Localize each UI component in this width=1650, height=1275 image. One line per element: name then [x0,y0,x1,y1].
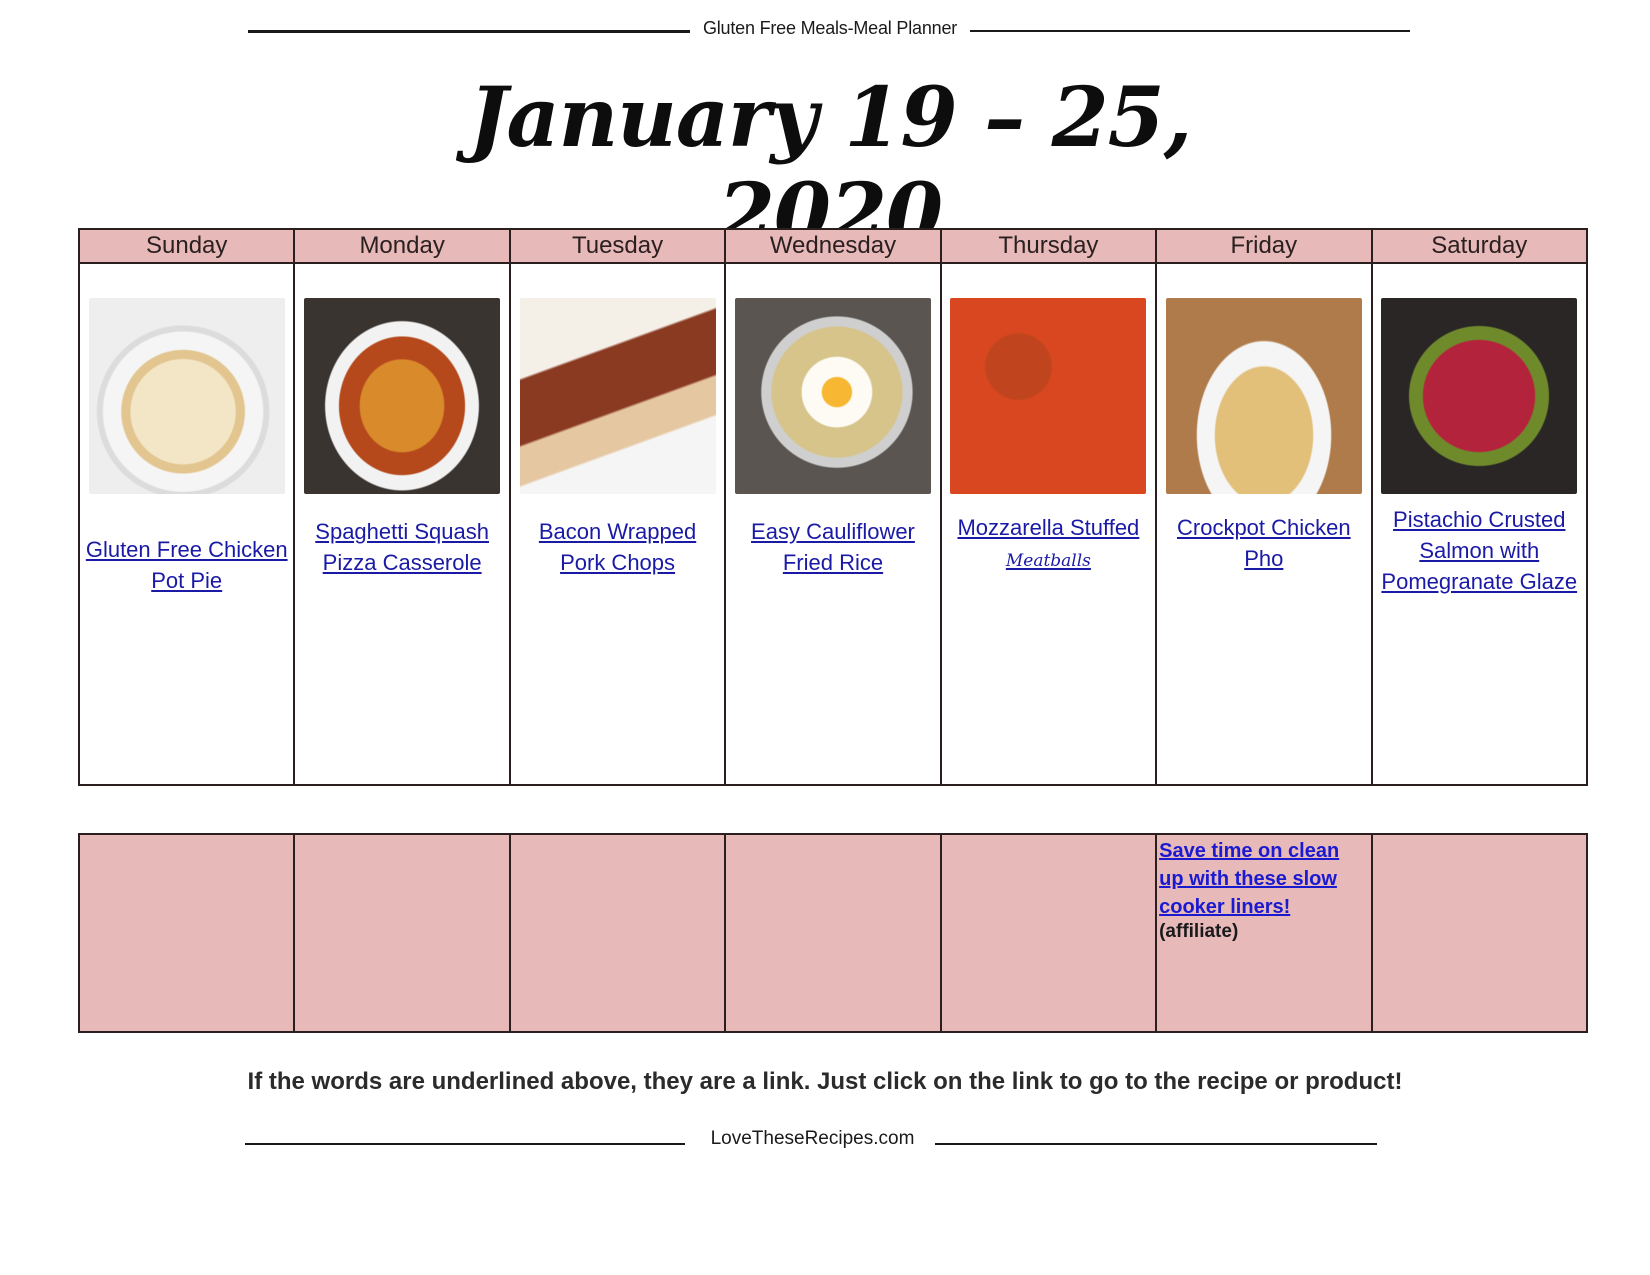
extras-cell-sunday [77,833,296,1033]
meal-link-sunday[interactable]: Gluten Free Chicken Pot Pie [80,534,293,596]
footer-divider-left [245,1143,685,1145]
bacon-pork-chops-photo [519,298,716,494]
meal-link-wednesday[interactable]: Easy Cauliflower Fried Rice [726,516,939,578]
day-header-wednesday: Wednesday [724,228,942,264]
planner-title: Gluten Free Meals-Meal Planner [702,18,958,38]
meal-line: Bacon Wrapped [538,519,697,544]
day-header-sunday: Sunday [77,228,296,264]
meal-line: Meatballs [1005,551,1091,571]
affiliate-note: (affiliate) [1159,921,1239,942]
link-instruction: If the words are underlined above, they … [247,1068,1403,1095]
chicken-pot-pie-photo [88,298,285,494]
extras-cell-saturday [1370,833,1589,1033]
meal-cell-wednesday: Easy Cauliflower Fried Rice [724,262,942,786]
meal-line: Pomegranate Glaze [1381,569,1578,594]
day-header-saturday: Saturday [1370,228,1589,264]
divider-left [248,30,690,33]
cauliflower-fried-rice-photo [734,298,931,494]
meal-line: Salmon with [1419,538,1540,563]
meal-line: Pistachio Crusted [1393,507,1566,532]
meal-cell-sunday: Gluten Free Chicken Pot Pie [77,262,296,786]
divider-right [970,30,1410,32]
meal-line: Pot Pie [151,568,223,593]
meal-link-friday[interactable]: Crockpot Chicken Pho [1157,512,1370,574]
extras-row: Save time on clean up with these slow co… [77,833,1589,1033]
day-header-friday: Friday [1155,228,1373,264]
meal-line: Fried Rice [782,550,884,575]
meal-line: Easy Cauliflower [751,519,915,544]
extras-cell-monday [293,833,511,1033]
extras-cell-thursday [939,833,1158,1033]
week-meal-table: Sunday Monday Tuesday Wednesday Thursday… [77,228,1589,786]
day-header-monday: Monday [293,228,511,264]
slow-cooker-liners-link[interactable]: Save time on clean up with these slow co… [1157,835,1370,921]
meal-line: Mozzarella Stuffed [957,515,1140,540]
extras-cell-friday: Save time on clean up with these slow co… [1155,833,1373,1033]
day-header-row: Sunday Monday Tuesday Wednesday Thursday… [77,228,1589,264]
mozzarella-meatballs-photo [950,298,1147,494]
meal-link-thursday[interactable]: Mozzarella Stuffed Meatballs [942,512,1155,577]
extras-cell-wednesday [724,833,942,1033]
meal-line: Gluten Free Chicken [85,537,288,562]
meal-link-monday[interactable]: Spaghetti Squash Pizza Casserole [295,516,508,578]
meal-cell-monday: Spaghetti Squash Pizza Casserole [293,262,511,786]
meal-cell-thursday: Mozzarella Stuffed Meatballs [939,262,1158,786]
spaghetti-squash-casserole-photo [304,298,501,494]
meal-line: Pork Chops [560,550,676,575]
meal-line: Pizza Casserole [322,550,482,575]
pistachio-salmon-photo [1381,298,1578,494]
meal-cell-saturday: Pistachio Crusted Salmon with Pomegranat… [1370,262,1589,786]
footer-site-name: LoveTheseRecipes.com [710,1128,915,1149]
meal-line: Spaghetti Squash [315,519,489,544]
meal-cell-friday: Crockpot Chicken Pho [1155,262,1373,786]
extras-cell-tuesday [508,833,727,1033]
footer-divider-right [935,1143,1377,1145]
meal-line: Pho [1244,546,1284,571]
crockpot-chicken-pho-photo [1165,298,1362,494]
day-header-thursday: Thursday [939,228,1158,264]
meal-line: Crockpot Chicken [1177,515,1351,540]
day-header-tuesday: Tuesday [508,228,727,264]
meal-link-saturday[interactable]: Pistachio Crusted Salmon with Pomegranat… [1373,504,1586,597]
meal-row: Gluten Free Chicken Pot Pie Spaghetti Sq… [77,262,1589,786]
meal-link-tuesday[interactable]: Bacon Wrapped Pork Chops [511,516,724,578]
meal-cell-tuesday: Bacon Wrapped Pork Chops [508,262,727,786]
extras-table: Save time on clean up with these slow co… [77,833,1589,1033]
